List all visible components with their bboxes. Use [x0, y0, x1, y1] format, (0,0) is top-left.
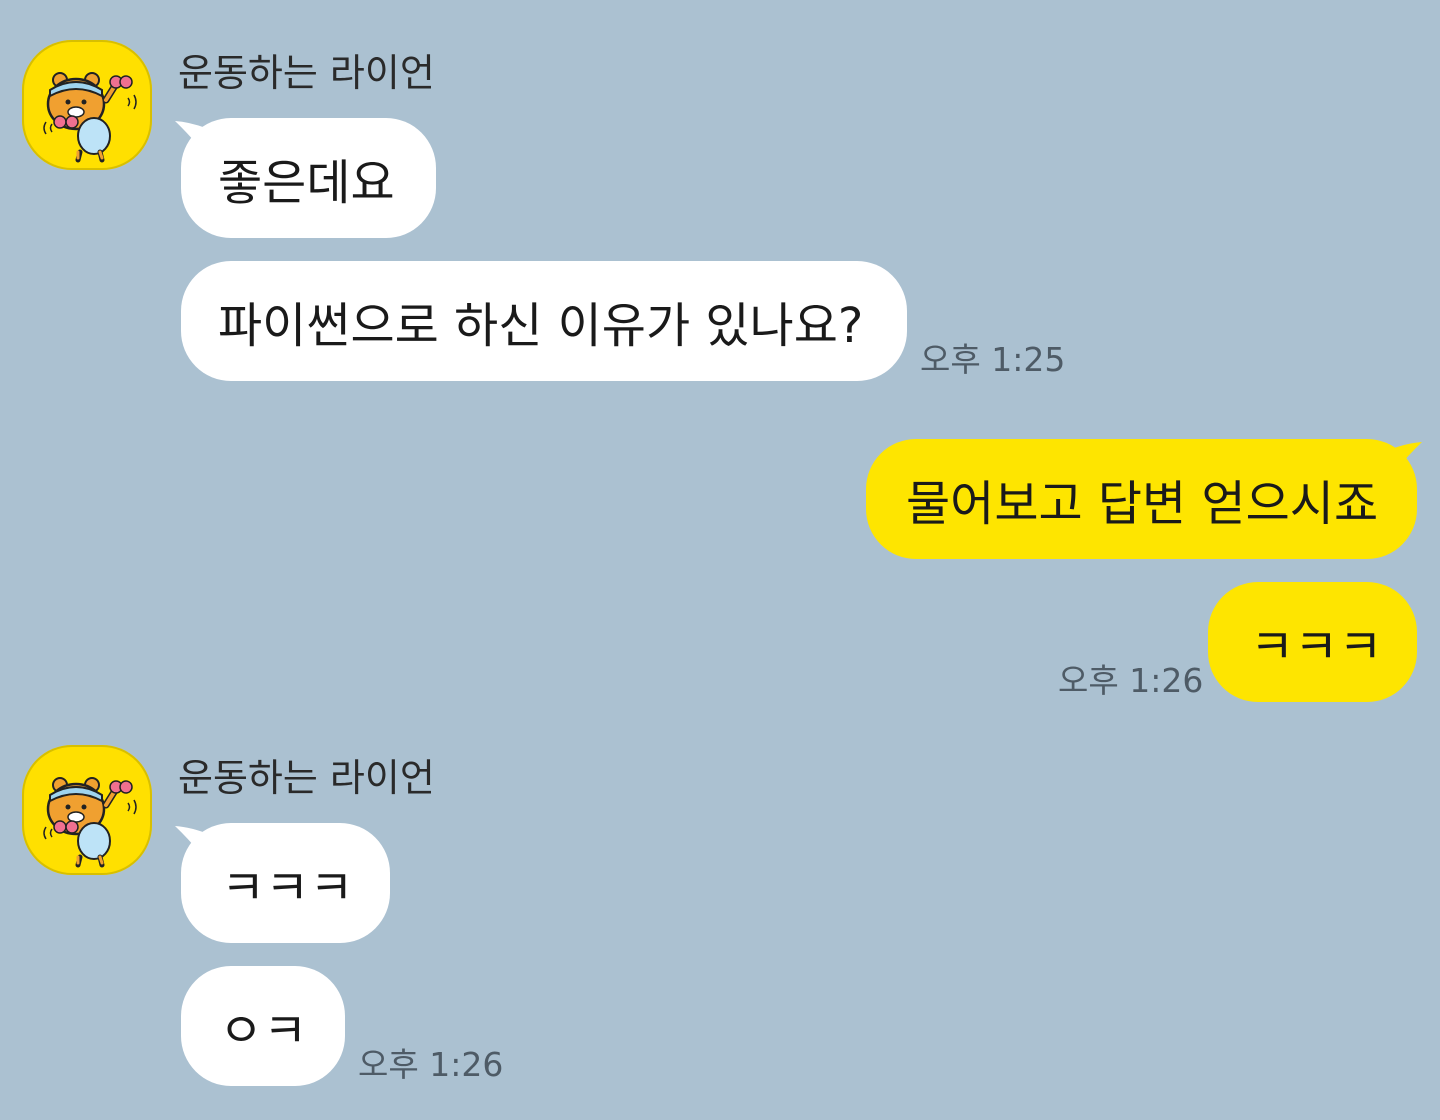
ryan-character-icon: [43, 777, 137, 868]
message-text: ㅋㅋㅋ: [221, 860, 354, 916]
message-timestamp: 오후 1:26: [1058, 661, 1204, 700]
message-text: 좋은데요: [218, 155, 395, 211]
message-bubble[interactable]: ㅋㅋㅋ: [1208, 582, 1417, 702]
message-bubble[interactable]: 파이썬으로 하신 이유가 있나요?: [181, 261, 907, 381]
sender-name: 운동하는 라이언: [178, 51, 435, 95]
message-timestamp: 오후 1:25: [920, 340, 1066, 379]
avatar[interactable]: [22, 40, 152, 170]
message-bubble[interactable]: 좋은데요: [181, 118, 436, 238]
message-bubble[interactable]: ㅇㅋ: [181, 966, 345, 1086]
message-text: ㅇㅋ: [219, 1003, 308, 1059]
avatar[interactable]: [22, 745, 152, 875]
message-bubble[interactable]: 물어보고 답변 얻으시죠: [866, 439, 1417, 559]
message-text: ㅋㅋㅋ: [1250, 619, 1383, 675]
sender-name: 운동하는 라이언: [178, 756, 435, 800]
message-bubble[interactable]: ㅋㅋㅋ: [181, 823, 390, 943]
ryan-character-icon: [43, 72, 137, 163]
message-timestamp: 오후 1:26: [358, 1045, 504, 1084]
message-text: 파이썬으로 하신 이유가 있나요?: [218, 298, 864, 354]
message-text: 물어보고 답변 얻으시죠: [906, 476, 1379, 532]
